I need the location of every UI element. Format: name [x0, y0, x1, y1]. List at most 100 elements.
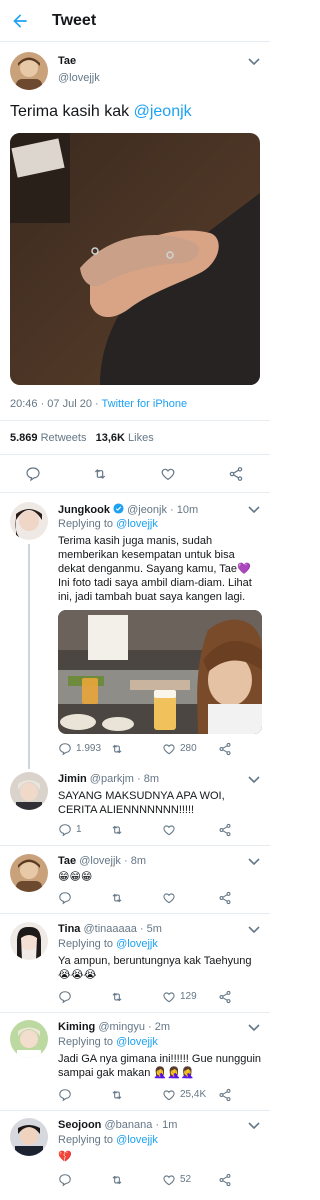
chevron-down-icon[interactable] [248, 58, 260, 66]
reply-icon[interactable] [58, 1173, 72, 1187]
reply-author-handle[interactable]: @parkjm [90, 773, 134, 785]
retweet-icon[interactable] [110, 823, 124, 837]
replying-to-label: Replying to [58, 938, 117, 950]
like-icon[interactable] [162, 990, 176, 1004]
tweet-text-body: Terima kasih kak [10, 103, 134, 120]
reply-author-name[interactable]: Jimin [58, 773, 87, 785]
replying-to-handle[interactable]: @lovejjk [116, 1134, 158, 1146]
reply-actions: 52 [58, 1173, 258, 1189]
reply-count: 1 [76, 824, 82, 835]
reply-actions: 25,4K [58, 1088, 258, 1104]
tweet-client[interactable]: Twitter for iPhone [102, 398, 188, 410]
author-handle[interactable]: @lovejjk [58, 72, 100, 84]
like-label[interactable]: Likes [125, 432, 154, 444]
chevron-down-icon[interactable] [248, 506, 260, 514]
reply-author-handle[interactable]: @mingyu [98, 1021, 145, 1033]
share-icon[interactable] [218, 990, 232, 1004]
reply-icon[interactable] [58, 990, 72, 1004]
like-icon[interactable] [162, 823, 176, 837]
tweet-timestamp: 20:46 · 07 Jul 20 · [10, 398, 102, 410]
retweet-label[interactable]: Retweets [38, 432, 87, 444]
share-icon[interactable] [218, 823, 232, 837]
reply-header: Jungkook @jeonjk · 10m [58, 503, 199, 516]
share-icon[interactable] [218, 891, 232, 905]
replying-to-handle[interactable]: @lovejjk [116, 1036, 158, 1048]
reply-author-name[interactable]: Tina [58, 923, 80, 935]
reply-author-name[interactable]: Kiming [58, 1021, 95, 1033]
share-icon[interactable] [218, 742, 232, 756]
reply-author-handle[interactable]: @tinaaaaa [83, 923, 136, 935]
retweet-icon[interactable] [92, 466, 108, 482]
reply-author-handle[interactable]: @banana [104, 1119, 152, 1131]
like-icon[interactable] [162, 1173, 176, 1187]
reply-text: SAYANG MAKSUDNYA APA WOI, CERITA ALIENNN… [58, 790, 225, 816]
avatar-seojoon[interactable] [10, 1118, 48, 1156]
avatar-tae[interactable] [10, 854, 48, 892]
avatar-jimin[interactable] [10, 772, 48, 810]
reply-icon[interactable] [25, 466, 41, 482]
retweet-icon[interactable] [110, 742, 124, 756]
like-icon[interactable] [162, 891, 176, 905]
chevron-down-icon[interactable] [248, 1024, 260, 1032]
reply-photo[interactable] [58, 610, 262, 734]
reply-author-handle[interactable]: @lovejjk [79, 855, 121, 867]
replying-to-label: Replying to [58, 518, 117, 530]
chevron-down-icon[interactable] [248, 776, 260, 784]
chevron-down-icon[interactable] [248, 1122, 260, 1130]
reply-author-handle[interactable]: @jeonjk [127, 504, 167, 516]
like-icon[interactable] [160, 466, 176, 482]
reply-icon[interactable] [58, 891, 72, 905]
chevron-down-icon[interactable] [248, 926, 260, 934]
reply-author-name[interactable]: Jungkook [58, 504, 110, 516]
reply-time: 8m [143, 773, 160, 785]
avatar-tae[interactable] [10, 52, 48, 90]
reply-icon[interactable] [58, 1088, 72, 1102]
retweet-icon[interactable] [110, 1173, 124, 1187]
author-name[interactable]: Tae [58, 55, 76, 67]
replying-to-label: Replying to [58, 1036, 117, 1048]
chevron-down-icon[interactable] [248, 858, 260, 866]
reply-header: Tina @tinaaaaa · 5m [58, 923, 162, 935]
avatar-jungkook[interactable] [10, 502, 48, 540]
reply-header: Kiming @mingyu · 2m [58, 1021, 171, 1033]
like-count: 280 [180, 743, 197, 754]
reply-actions: 129 [58, 990, 258, 1006]
reply-text: 💔 [58, 1151, 72, 1163]
tweet-stats: 5.869 Retweets 13,6K Likes [10, 432, 154, 444]
avatar-kiming[interactable] [10, 1020, 48, 1058]
reply-author-name[interactable]: Tae [58, 855, 76, 867]
reply-icon[interactable] [58, 823, 72, 837]
reply-time: 8m [130, 855, 146, 867]
divider [0, 913, 270, 914]
reply-icon[interactable] [58, 742, 72, 756]
like-icon[interactable] [162, 1088, 176, 1102]
retweet-icon[interactable] [110, 891, 124, 905]
retweet-icon[interactable] [110, 1088, 124, 1102]
replying-to: Replying to @lovejjk [58, 1134, 158, 1146]
thread-line [28, 544, 30, 769]
replying-to-handle[interactable]: @lovejjk [116, 938, 158, 950]
retweet-icon[interactable] [110, 990, 124, 1004]
like-count: 52 [180, 1174, 192, 1185]
replying-to: Replying to @lovejjk [58, 1036, 158, 1048]
reply-time: 5m [146, 923, 162, 935]
like-count[interactable]: 13,6K [96, 432, 125, 444]
share-icon[interactable] [218, 1088, 232, 1102]
back-arrow-icon[interactable] [10, 11, 30, 31]
share-icon[interactable] [228, 466, 244, 482]
like-count: 129 [180, 991, 197, 1002]
tweet-photo[interactable] [10, 133, 260, 385]
reply-author-name[interactable]: Seojoon [58, 1119, 101, 1131]
tweet-text: Terima kasih kak @jeonjk [10, 103, 192, 121]
mention-link[interactable]: @jeonjk [134, 103, 192, 120]
reply-header: Seojoon @banana · 1m [58, 1119, 178, 1131]
replying-to-handle[interactable]: @lovejjk [116, 518, 158, 530]
top-bar: Tweet [0, 0, 270, 42]
like-icon[interactable] [162, 742, 176, 756]
divider [0, 420, 270, 421]
divider [0, 492, 270, 493]
retweet-count[interactable]: 5.869 [10, 432, 38, 444]
share-icon[interactable] [218, 1173, 232, 1187]
reply-time: 10m [176, 504, 199, 516]
avatar-tina[interactable] [10, 922, 48, 960]
